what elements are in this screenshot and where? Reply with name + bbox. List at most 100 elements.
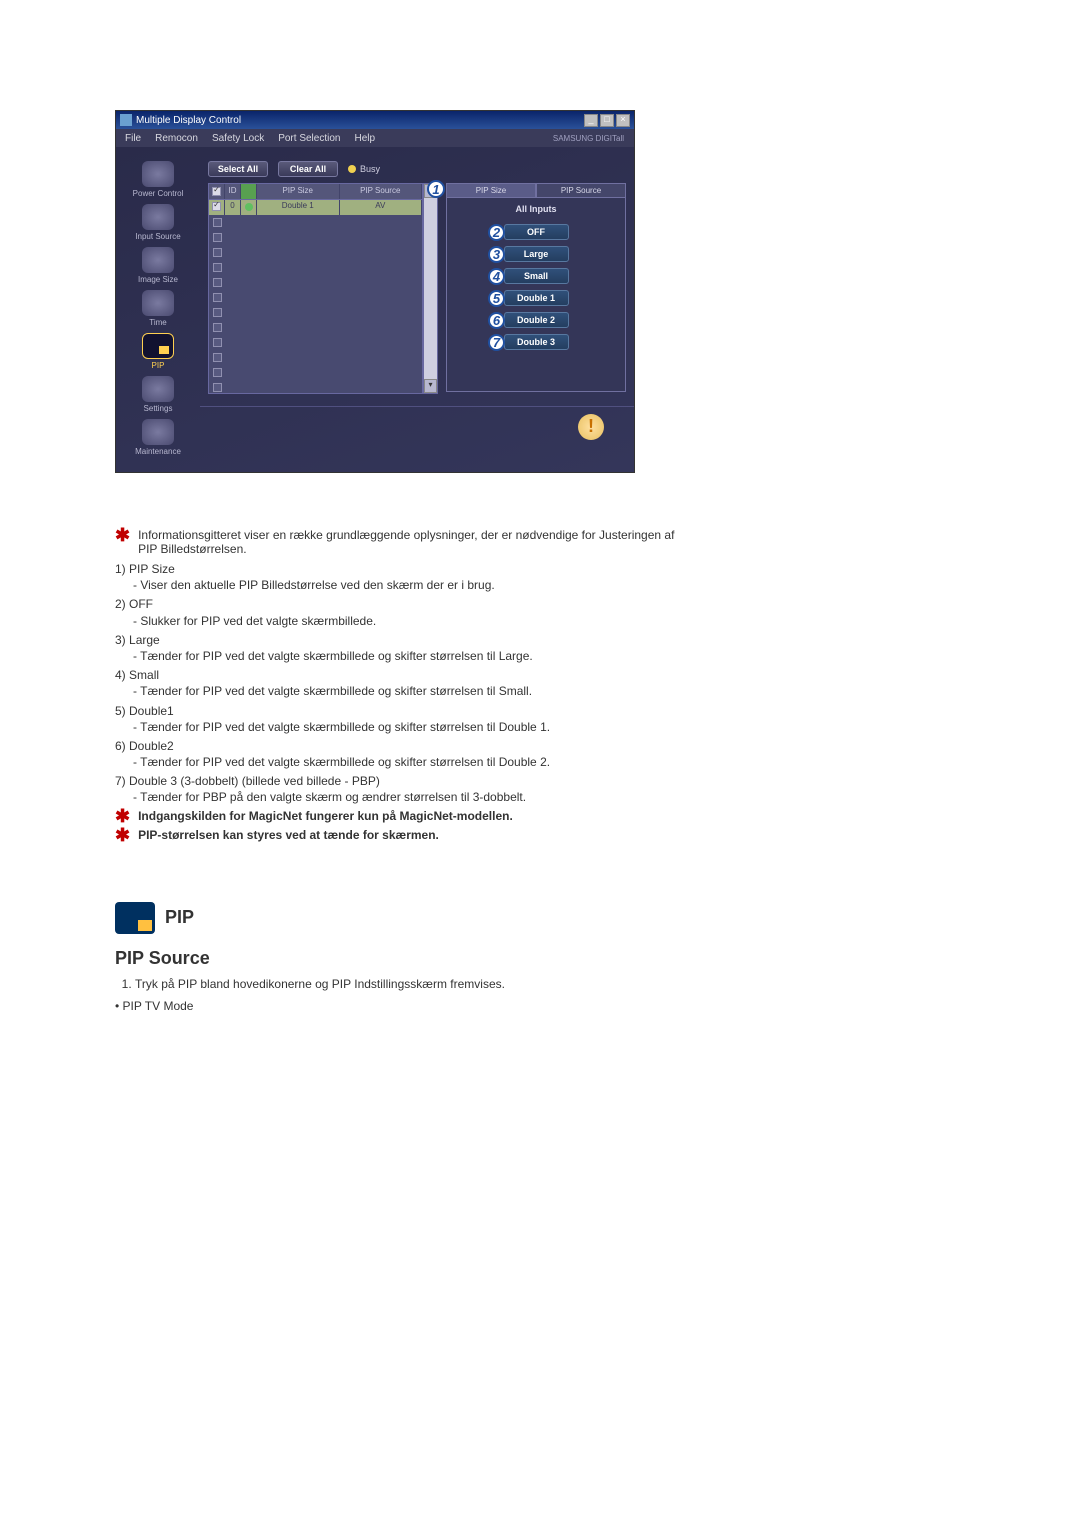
callout-4: 4 xyxy=(488,268,505,285)
menu-help[interactable]: Help xyxy=(349,132,380,145)
note-text: Indgangskilden for MagicNet fungerer kun… xyxy=(138,809,513,823)
btn-off[interactable]: OFF xyxy=(504,224,569,240)
list-item: 3) Large - Tænder for PIP ved det valgte… xyxy=(115,632,690,664)
sidebar-item-image-size[interactable]: Image Size xyxy=(120,245,196,288)
sidebar-label: Input Source xyxy=(135,232,180,241)
row-checkbox-empty[interactable] xyxy=(213,323,222,332)
list-item: 1) PIP Size - Viser den aktuelle PIP Bil… xyxy=(115,561,690,593)
callout-7: 7 xyxy=(488,334,505,351)
sidebar-item-pip[interactable]: PIP xyxy=(120,331,196,374)
sidebar-item-settings[interactable]: Settings xyxy=(120,374,196,417)
app-title: Multiple Display Control xyxy=(136,115,241,126)
settings-icon xyxy=(142,376,174,402)
btn-double-3[interactable]: Double 3 xyxy=(504,334,569,350)
menu-safety-lock[interactable]: Safety Lock xyxy=(207,132,269,145)
sidebar-item-maintenance[interactable]: Maintenance xyxy=(120,417,196,460)
cell-status xyxy=(241,200,257,215)
grid-header-check[interactable] xyxy=(209,184,225,199)
btn-double-2[interactable]: Double 2 xyxy=(504,312,569,328)
grid-header-id: ID xyxy=(225,184,241,199)
menu-remocon[interactable]: Remocon xyxy=(150,132,203,145)
cell-pip-size: Double 1 xyxy=(257,200,340,215)
sidebar-item-power-control[interactable]: Power Control xyxy=(120,159,196,202)
sidebar-label: Maintenance xyxy=(135,447,181,456)
row-checkbox[interactable] xyxy=(212,202,221,211)
btn-double-1[interactable]: Double 1 xyxy=(504,290,569,306)
row-checkbox-empty[interactable] xyxy=(213,338,222,347)
note-text: PIP-størrelsen kan styres ved at tænde f… xyxy=(138,828,439,842)
tab-label: PIP Source xyxy=(561,186,601,195)
busy-dot-icon xyxy=(348,165,356,173)
grid-header-status xyxy=(241,184,257,199)
callout-3: 3 xyxy=(488,246,505,263)
sidebar-label: Settings xyxy=(144,404,173,413)
star-icon: ✱ xyxy=(115,809,130,823)
image-size-icon xyxy=(142,247,174,273)
menu-file[interactable]: File xyxy=(120,132,146,145)
brand-text: SAMSUNG DIGITall xyxy=(553,134,630,143)
list-item: 5) Double1 - Tænder for PIP ved det valg… xyxy=(115,703,690,735)
clear-all-button[interactable]: Clear All xyxy=(278,161,338,177)
menu-port-selection[interactable]: Port Selection xyxy=(273,132,345,145)
sidebar-item-time[interactable]: Time xyxy=(120,288,196,331)
callout-5: 5 xyxy=(488,290,505,307)
all-inputs-heading: All Inputs xyxy=(453,204,619,214)
callout-2: 2 xyxy=(488,224,505,241)
numbered-list: 1) PIP Size - Viser den aktuelle PIP Bil… xyxy=(115,561,690,806)
app-window: Multiple Display Control _ □ × File Remo… xyxy=(115,110,635,473)
cell-id: 0 xyxy=(225,200,241,215)
btn-small[interactable]: Small xyxy=(504,268,569,284)
pip-section-label: PIP xyxy=(165,907,194,928)
row-checkbox-empty[interactable] xyxy=(213,233,222,242)
callout-1: 1 xyxy=(427,180,445,198)
star-icon: ✱ xyxy=(115,828,130,842)
list-item: 7) Double 3 (3-dobbelt) (billede ved bil… xyxy=(115,773,690,805)
input-source-icon xyxy=(142,204,174,230)
close-button[interactable]: × xyxy=(616,114,630,127)
callout-6: 6 xyxy=(488,312,505,329)
row-checkbox-empty[interactable] xyxy=(213,278,222,287)
row-checkbox-empty[interactable] xyxy=(213,248,222,257)
list-item: 6) Double2 - Tænder for PIP ved det valg… xyxy=(115,738,690,770)
step-1: Tryk på PIP bland hovedikonerne og PIP I… xyxy=(135,977,690,991)
row-checkbox-empty[interactable] xyxy=(213,353,222,362)
note-1: ✱ Indgangskilden for MagicNet fungerer k… xyxy=(115,809,690,823)
row-checkbox-empty[interactable] xyxy=(213,263,222,272)
sidebar-label: Time xyxy=(149,318,166,327)
minimize-button[interactable]: _ xyxy=(584,114,598,127)
pip-section-icon xyxy=(115,902,155,934)
row-checkbox-empty[interactable] xyxy=(213,368,222,377)
list-item: 2) OFF - Slukker for PIP ved det valgte … xyxy=(115,596,690,628)
row-checkbox-empty[interactable] xyxy=(213,383,222,392)
grid-header-pip-size: PIP Size xyxy=(257,184,340,199)
table-row[interactable]: 0 Double 1 AV xyxy=(209,200,422,215)
tab-label: PIP Size xyxy=(476,186,507,195)
select-all-button[interactable]: Select All xyxy=(208,161,268,177)
maximize-button[interactable]: □ xyxy=(600,114,614,127)
row-checkbox-empty[interactable] xyxy=(213,218,222,227)
sidebar-item-input-source[interactable]: Input Source xyxy=(120,202,196,245)
pip-source-heading: PIP Source xyxy=(115,948,690,969)
menubar: File Remocon Safety Lock Port Selection … xyxy=(116,129,634,147)
btn-large[interactable]: Large xyxy=(504,246,569,262)
row-checkbox-empty[interactable] xyxy=(213,293,222,302)
data-grid: ID PIP Size PIP Source 0 xyxy=(208,183,438,394)
power-icon xyxy=(142,161,174,187)
intro-note: ✱ Informationsgitteret viser en række gr… xyxy=(115,528,690,556)
sidebar-label: Power Control xyxy=(133,189,184,198)
scroll-down-icon[interactable]: ▾ xyxy=(424,379,437,393)
app-icon xyxy=(120,114,132,126)
note-2: ✱ PIP-størrelsen kan styres ved at tænde… xyxy=(115,828,690,842)
row-checkbox-empty[interactable] xyxy=(213,308,222,317)
pip-section-header: PIP xyxy=(115,902,690,934)
sidebar-label: Image Size xyxy=(138,275,178,284)
sidebar: Power Control Input Source Image Size Ti… xyxy=(116,147,200,472)
grid-scrollbar[interactable]: ▴ ▾ xyxy=(423,183,438,394)
pip-icon xyxy=(142,333,174,359)
busy-label: Busy xyxy=(360,164,380,174)
time-icon xyxy=(142,290,174,316)
tab-pip-source[interactable]: PIP Source xyxy=(536,183,626,197)
star-icon: ✱ xyxy=(115,528,130,542)
tab-pip-size[interactable]: 1 PIP Size xyxy=(446,183,536,197)
intro-text: Informationsgitteret viser en række grun… xyxy=(138,528,690,556)
